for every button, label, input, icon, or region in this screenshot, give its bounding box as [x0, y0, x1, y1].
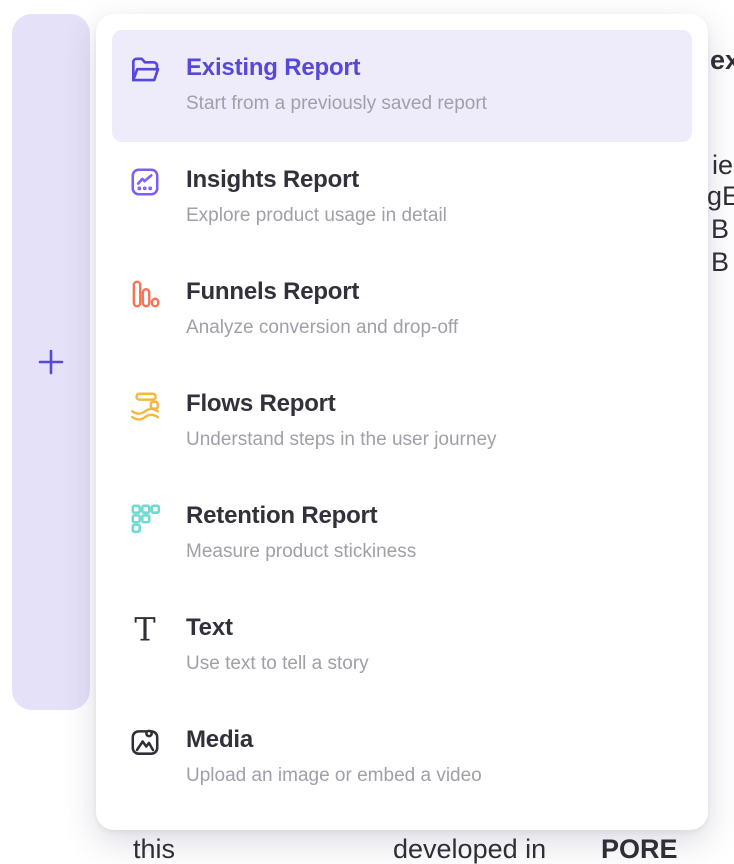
background-text-fragment: B: [711, 247, 729, 277]
menu-item-existing-report[interactable]: Existing Report Start from a previously …: [112, 30, 692, 142]
background-text-fragment: gE: [707, 181, 734, 211]
menu-item-title: Retention Report: [186, 501, 416, 531]
text-icon: T: [128, 613, 162, 647]
flows-wave-icon: [128, 389, 162, 423]
menu-item-flows-report[interactable]: Flows Report Understand steps in the use…: [112, 366, 692, 478]
media-image-icon: [128, 725, 162, 759]
background-text-fragment: PORE: [601, 834, 678, 864]
background-text-fragment: this: [133, 834, 175, 864]
menu-item-subtitle: Analyze conversion and drop-off: [186, 316, 458, 340]
menu-item-title: Insights Report: [186, 165, 447, 195]
menu-item-subtitle: Use text to tell a story: [186, 652, 369, 676]
funnel-bars-icon: [128, 277, 162, 311]
menu-item-title: Existing Report: [186, 53, 487, 83]
menu-item-media[interactable]: Media Upload an image or embed a video: [112, 702, 692, 814]
menu-item-insights-report[interactable]: Insights Report Explore product usage in…: [112, 142, 692, 254]
background-text-fragment: B: [711, 214, 729, 244]
menu-item-subtitle: Start from a previously saved report: [186, 92, 487, 116]
menu-item-funnels-report[interactable]: Funnels Report Analyze conversion and dr…: [112, 254, 692, 366]
background-text-fragment: ie: [712, 150, 733, 180]
menu-item-subtitle: Explore product usage in detail: [186, 204, 447, 228]
insights-chart-icon: [128, 165, 162, 199]
menu-item-subtitle: Understand steps in the user journey: [186, 428, 497, 452]
menu-item-list: Existing Report Start from a previously …: [112, 30, 692, 814]
menu-item-subtitle: Measure product stickiness: [186, 540, 416, 564]
menu-item-retention-report[interactable]: Retention Report Measure product stickin…: [112, 478, 692, 590]
menu-item-text[interactable]: T Text Use text to tell a story: [112, 590, 692, 702]
menu-item-title: Media: [186, 725, 482, 755]
folder-open-icon: [128, 53, 162, 87]
menu-item-title: Funnels Report: [186, 277, 458, 307]
add-item-button[interactable]: [34, 345, 68, 379]
svg-text:T: T: [134, 613, 155, 647]
background-text-fragment: developed in: [393, 834, 546, 864]
retention-grid-icon: [128, 501, 162, 535]
menu-item-subtitle: Upload an image or embed a video: [186, 764, 482, 788]
background-text-fragment: ex: [710, 45, 734, 75]
menu-item-title: Text: [186, 613, 369, 643]
menu-item-title: Flows Report: [186, 389, 497, 419]
add-report-menu: Existing Report Start from a previously …: [96, 14, 708, 830]
plus-icon: [36, 347, 66, 377]
side-rail: [12, 14, 90, 710]
